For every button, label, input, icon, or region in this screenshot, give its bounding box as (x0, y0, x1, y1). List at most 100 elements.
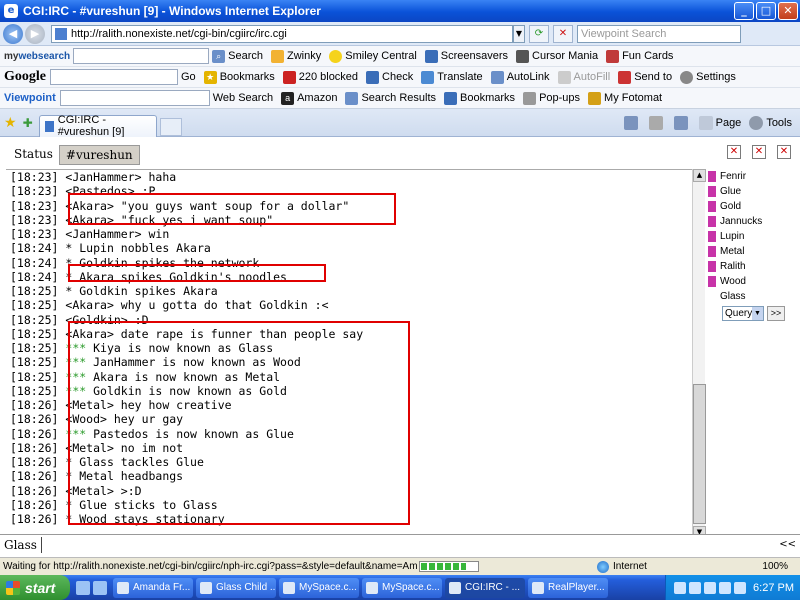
taskbar-button[interactable]: MySpace.c... (362, 577, 442, 598)
home-button[interactable] (623, 115, 641, 130)
timestamp: [18:23] (10, 170, 59, 184)
refresh-icon[interactable]: ⟳ (529, 24, 549, 43)
tray-icon[interactable] (689, 581, 702, 594)
stop-icon[interactable]: ✕ (553, 24, 573, 43)
smiley-central-button[interactable]: Smiley Central (329, 49, 417, 63)
tools-menu[interactable]: Tools (749, 115, 792, 130)
favorites-star-icon[interactable]: ★ (4, 115, 17, 131)
address-url: http://ralith.nonexiste.net/cgi-bin/cgii… (71, 27, 287, 40)
close-window-icon[interactable]: ✕ (727, 145, 741, 159)
my-fotomat-button[interactable]: My Fotomat (588, 91, 662, 105)
security-zone[interactable]: Internet (597, 560, 647, 573)
popups-button[interactable]: Pop-ups (523, 91, 580, 105)
new-tab-button[interactable] (159, 117, 182, 136)
loading-progress (419, 561, 479, 572)
start-button[interactable]: start (0, 575, 70, 600)
page-menu[interactable]: Page (698, 115, 741, 130)
close-window-icon[interactable]: ✕ (777, 145, 791, 159)
send-to-button[interactable]: Send to (618, 70, 672, 84)
tab-cgiirc[interactable]: CGI:IRC - #vureshun [9] (38, 114, 157, 138)
feeds-button[interactable] (648, 115, 666, 130)
viewpoint-bookmarks-button[interactable]: Bookmarks (444, 91, 515, 105)
irc-tab-status[interactable]: Status (8, 145, 59, 165)
taskbar-button[interactable]: RealPlayer... (528, 577, 608, 598)
fun-cards-button[interactable]: Fun Cards (606, 49, 673, 63)
address-field[interactable]: http://ralith.nonexiste.net/cgi-bin/cgii… (51, 24, 513, 43)
page-icon (55, 27, 67, 40)
taskbar-button[interactable]: MySpace.c... (279, 577, 359, 598)
google-search-input[interactable] (50, 69, 178, 85)
nick-item[interactable]: Glass (706, 289, 798, 304)
mywebsearch-logo: mywebsearch (4, 50, 71, 62)
chat-scrollbar[interactable]: ▲ ▼ (692, 169, 706, 539)
translate-button[interactable]: Translate (421, 70, 483, 84)
tray-icon[interactable] (704, 581, 717, 594)
web-search-button[interactable]: Web Search (213, 92, 273, 104)
close-button[interactable]: ✕ (778, 2, 798, 20)
amazon-icon: a (281, 91, 295, 105)
autofill-button[interactable]: AutoFill (557, 70, 610, 84)
irc-tab-vureshun[interactable]: #vureshun (58, 145, 140, 165)
maximize-button[interactable]: □ (756, 2, 776, 20)
print-icon (673, 115, 688, 130)
feeds-icon (648, 115, 663, 130)
popup-icon (523, 91, 537, 105)
nick-item[interactable]: Wood (706, 274, 798, 289)
query-select[interactable]: Query ▼ (722, 306, 764, 321)
taskbar-button[interactable]: CGI:IRC - ... (445, 577, 525, 598)
nick-item[interactable]: Metal (706, 244, 798, 259)
zoom-level[interactable]: 100% (762, 561, 788, 572)
quick-launch-icon[interactable] (76, 580, 90, 595)
mywebsearch-input[interactable] (73, 48, 210, 64)
print-button[interactable] (673, 115, 691, 130)
viewpoint-logo: Viewpoint (4, 92, 56, 104)
nick-item[interactable]: Ralith (706, 259, 798, 274)
quick-launch-icon[interactable] (93, 580, 107, 595)
page-menu-icon (698, 115, 713, 130)
tray-icon[interactable] (719, 581, 732, 594)
minimize-button[interactable]: _ (734, 2, 754, 20)
taskbar-button[interactable]: Glass Child ... (196, 577, 276, 598)
spellcheck-button[interactable]: Check (366, 70, 413, 84)
google-go-button[interactable]: Go (181, 71, 196, 83)
popups-blocked-button[interactable]: 220 blocked (282, 70, 358, 84)
tray-icon[interactable] (674, 581, 687, 594)
query-go-button[interactable]: >> (767, 306, 785, 321)
viewpoint-search-input[interactable] (59, 90, 210, 106)
bookmarks-button[interactable]: ★ Bookmarks (203, 70, 275, 84)
search-button[interactable]: ⌕ Search (212, 49, 263, 63)
screensavers-button[interactable]: Screensavers (424, 49, 508, 63)
cursor-mania-button[interactable]: Cursor Mania (516, 49, 598, 63)
scroll-up-icon[interactable]: ▲ (693, 169, 706, 182)
nick-item[interactable]: Gold (706, 199, 798, 214)
volume-icon[interactable] (734, 581, 747, 594)
timestamp: [18:25] (10, 383, 59, 398)
search-results-button[interactable]: Search Results (345, 91, 436, 105)
nick-item[interactable]: Fenrir (706, 169, 798, 184)
scrollbar-thumb[interactable] (693, 384, 706, 524)
forward-button[interactable]: ▶ (25, 23, 45, 44)
op-status-icon (708, 216, 716, 227)
timestamp: [18:26] (10, 512, 59, 526)
highlight-box (68, 264, 326, 282)
message-text: * Goldkin spikes Akara (65, 284, 218, 298)
settings-button[interactable]: Settings (680, 70, 736, 84)
address-dropdown-icon[interactable]: ▼ (513, 24, 525, 43)
timestamp: [18:26] (10, 398, 59, 412)
zwinky-button[interactable]: Zwinky (271, 49, 321, 63)
amazon-button[interactable]: a Amazon (281, 91, 337, 105)
nick-item[interactable]: Lupin (706, 229, 798, 244)
back-button[interactable]: ◀ (3, 23, 23, 44)
autolink-button[interactable]: AutoLink (490, 70, 550, 84)
card-icon (606, 49, 620, 63)
chat-input[interactable] (42, 537, 779, 553)
nick-item[interactable]: Jannucks (706, 214, 798, 229)
translate-icon (421, 70, 435, 84)
nick-list: Fenrir Glue Gold Jannucks Lupin Metal Ralith Wo… (706, 169, 798, 539)
taskbar-button[interactable]: Amanda Fr... (113, 577, 193, 598)
close-window-icon[interactable]: ✕ (752, 145, 766, 159)
search-input[interactable]: Viewpoint Search (577, 24, 741, 43)
scroll-left-button[interactable]: << (779, 539, 796, 550)
nick-item[interactable]: Glue (706, 184, 798, 199)
add-favorites-icon[interactable]: ✚ (23, 116, 33, 130)
